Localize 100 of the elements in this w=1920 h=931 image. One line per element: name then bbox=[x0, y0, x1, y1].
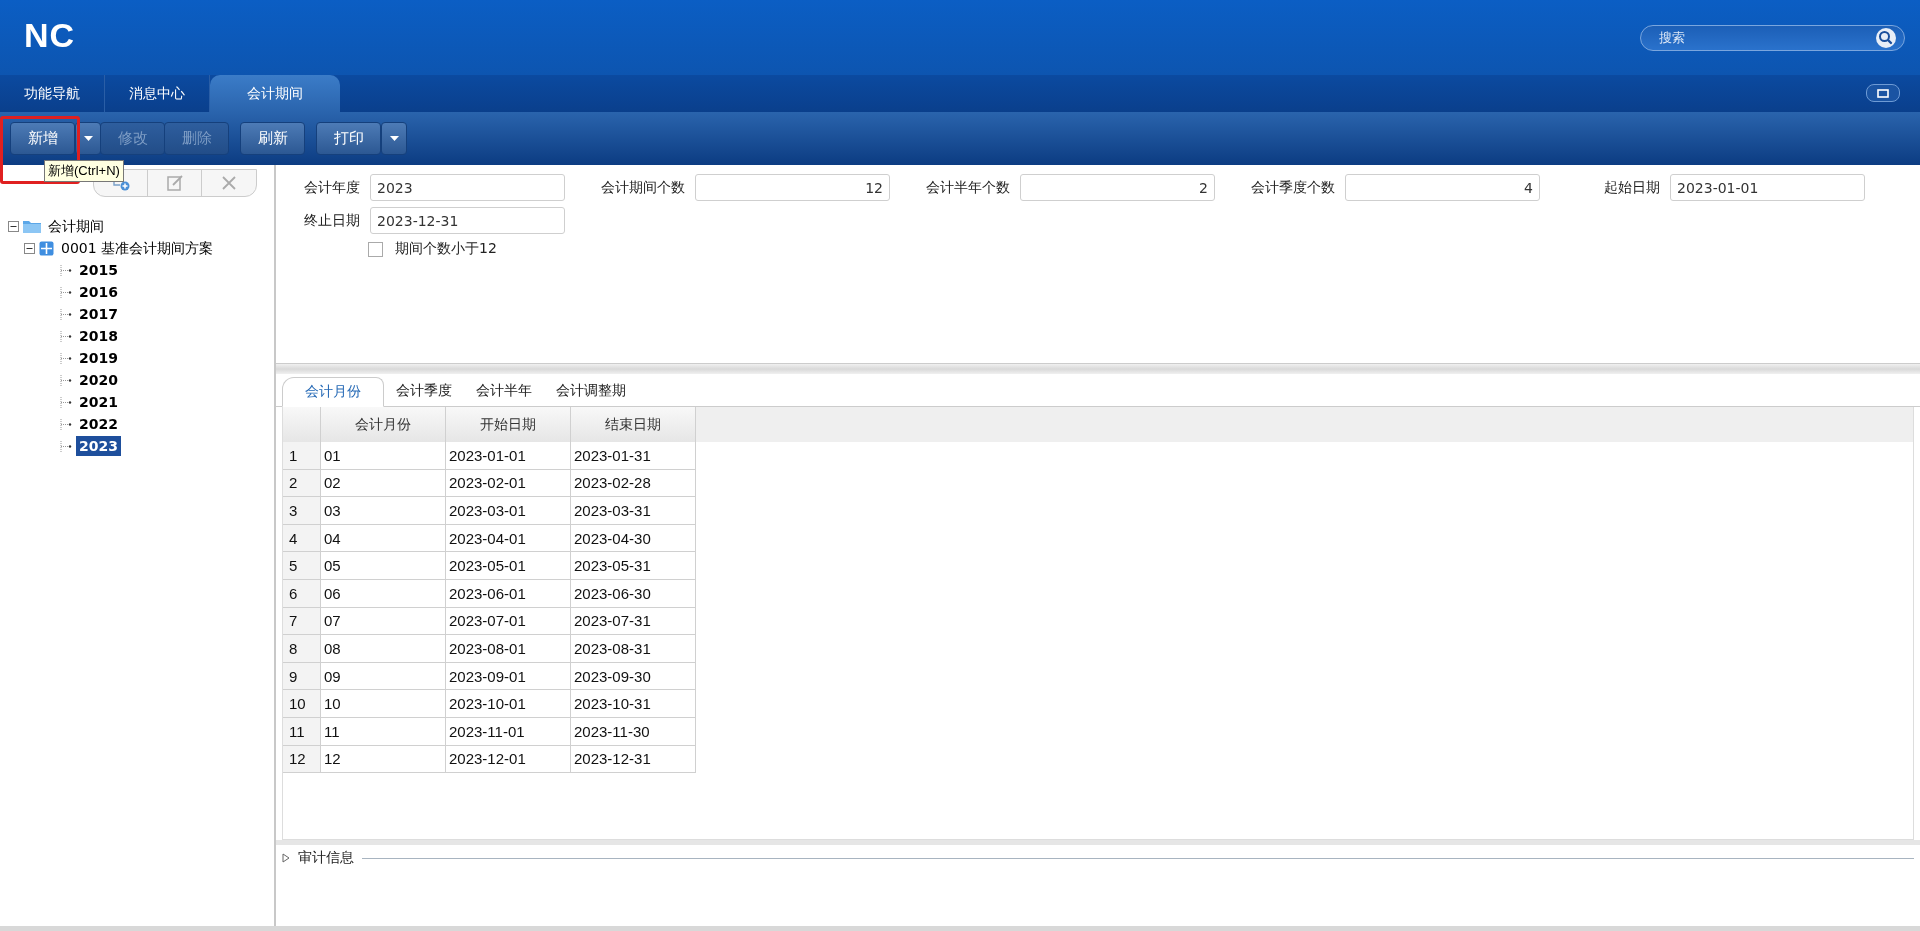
caret-icon[interactable] bbox=[389, 136, 399, 141]
search-field[interactable]: 搜索 bbox=[1657, 29, 1876, 46]
tree-item[interactable]: 会计期间 bbox=[45, 216, 107, 236]
row-number: 11 bbox=[283, 717, 321, 746]
caret-icon[interactable] bbox=[83, 136, 93, 141]
tree-item[interactable]: 2017 bbox=[76, 304, 121, 324]
checkbox-label: 期间个数小于12 bbox=[395, 240, 497, 258]
column-header[interactable]: 会计月份 bbox=[321, 407, 446, 442]
input-field[interactable]: 2023 bbox=[370, 174, 565, 201]
input-field[interactable]: 12 bbox=[695, 174, 890, 201]
dropdown-button[interactable] bbox=[381, 122, 407, 155]
tab[interactable]: 会计调整期 bbox=[544, 376, 638, 406]
table-cell: 08 bbox=[321, 635, 446, 663]
table-cell: 2023-06-30 bbox=[571, 579, 696, 608]
table-cell: 2023-12-31 bbox=[571, 745, 696, 774]
field-label: 会计期间个数 bbox=[601, 178, 685, 197]
table-cell: 2023-08-01 bbox=[446, 635, 571, 663]
input-field[interactable]: 2023-01-01 bbox=[1670, 174, 1865, 201]
input-field[interactable]: 2023-12-31 bbox=[370, 207, 565, 234]
tree-connector-icon bbox=[60, 374, 72, 386]
column-header[interactable]: 结束日期 bbox=[571, 407, 696, 442]
table-cell: 2023-04-30 bbox=[571, 524, 696, 553]
table-cell: 03 bbox=[321, 497, 446, 525]
tree-item[interactable]: 2022 bbox=[76, 414, 121, 434]
table-cell: 2023-03-31 bbox=[571, 497, 696, 525]
table-cell: 2023-11-01 bbox=[446, 717, 571, 746]
tree-item[interactable]: 0001 基准会计期间方案 bbox=[58, 238, 217, 258]
table-cell: 01 bbox=[321, 442, 446, 470]
window-icon[interactable] bbox=[1877, 88, 1889, 98]
table-cell: 2023-11-30 bbox=[571, 717, 696, 746]
tree-connector-icon bbox=[60, 264, 72, 276]
row-number: 1 bbox=[283, 442, 321, 470]
tab[interactable]: 会计季度 bbox=[384, 376, 464, 406]
tree-item[interactable]: 2016 bbox=[76, 282, 121, 302]
table-cell: 2023-01-31 bbox=[571, 442, 696, 470]
table-cell: 2023-01-01 bbox=[446, 442, 571, 470]
grid-icon bbox=[39, 240, 54, 256]
tree-item[interactable]: 2018 bbox=[76, 326, 121, 346]
tree-item[interactable]: 2020 bbox=[76, 370, 121, 390]
table-cell: 2023-05-01 bbox=[446, 552, 571, 580]
table-cell: 2023-12-01 bbox=[446, 745, 571, 774]
toolbar-button[interactable]: 刷新 bbox=[240, 122, 305, 155]
table-cell: 2023-09-30 bbox=[571, 662, 696, 691]
checkbox[interactable] bbox=[368, 241, 383, 257]
table-cell: 02 bbox=[321, 469, 446, 498]
tree-connector-icon bbox=[60, 286, 72, 298]
folder-icon bbox=[23, 219, 41, 233]
column-header[interactable]: 开始日期 bbox=[446, 407, 571, 442]
tree-item[interactable]: 2019 bbox=[76, 348, 121, 368]
tree-connector-icon bbox=[60, 418, 72, 430]
table-cell: 10 bbox=[321, 690, 446, 718]
table-cell: 2023-02-28 bbox=[571, 469, 696, 498]
row-number: 9 bbox=[283, 662, 321, 691]
row-number: 2 bbox=[283, 469, 321, 498]
row-number: 7 bbox=[283, 607, 321, 636]
toolbar-button[interactable]: 新增 bbox=[10, 122, 75, 155]
collapse-icon[interactable] bbox=[24, 242, 35, 254]
field-label: 会计半年个数 bbox=[926, 178, 1010, 197]
search-box[interactable]: 搜索 bbox=[1640, 24, 1905, 51]
row-number: 4 bbox=[283, 524, 321, 553]
toolbar-button[interactable]: 打印 bbox=[316, 122, 381, 155]
row-number: 10 bbox=[283, 690, 321, 718]
table-cell: 12 bbox=[321, 745, 446, 774]
table-cell: 2023-06-01 bbox=[446, 579, 571, 608]
tab[interactable]: 会计半年 bbox=[464, 376, 544, 406]
input-field[interactable]: 4 bbox=[1345, 174, 1540, 201]
tree-item[interactable]: 2023 bbox=[76, 436, 121, 456]
tree-connector-icon bbox=[60, 308, 72, 320]
table-cell: 2023-09-01 bbox=[446, 662, 571, 691]
table-cell: 05 bbox=[321, 552, 446, 580]
table-cell: 2023-07-01 bbox=[446, 607, 571, 636]
tree-item[interactable]: 2021 bbox=[76, 392, 121, 412]
table-cell: 11 bbox=[321, 717, 446, 746]
table-cell: 2023-08-31 bbox=[571, 635, 696, 663]
tab[interactable]: 会计月份 bbox=[282, 377, 384, 407]
table-cell: 07 bbox=[321, 607, 446, 636]
restore-button[interactable] bbox=[1866, 84, 1900, 102]
input-field[interactable]: 2 bbox=[1020, 174, 1215, 201]
table-cell: 2023-07-31 bbox=[571, 607, 696, 636]
table-cell: 2023-02-01 bbox=[446, 469, 571, 498]
expand-icon[interactable] bbox=[282, 853, 290, 863]
field-label: 终止日期 bbox=[303, 211, 360, 230]
row-number: 8 bbox=[283, 635, 321, 663]
tree-connector-icon bbox=[60, 396, 72, 408]
row-number: 6 bbox=[283, 579, 321, 608]
table-cell: 2023-10-01 bbox=[446, 690, 571, 718]
table-cell: 2023-04-01 bbox=[446, 524, 571, 553]
search-icon[interactable] bbox=[1876, 27, 1896, 48]
row-number: 12 bbox=[283, 745, 321, 774]
table-cell: 2023-05-31 bbox=[571, 552, 696, 580]
tooltip: 新增(Ctrl+N) bbox=[44, 160, 124, 182]
tree-connector-icon bbox=[60, 330, 72, 342]
field-label: 会计年度 bbox=[303, 178, 360, 197]
section-title[interactable]: 审计信息 bbox=[298, 849, 354, 867]
tab[interactable]: 会计期间 bbox=[210, 75, 340, 112]
collapse-icon[interactable] bbox=[8, 220, 19, 232]
tree-item[interactable]: 2015 bbox=[76, 260, 121, 280]
table-cell: 04 bbox=[321, 524, 446, 553]
row-number: 5 bbox=[283, 552, 321, 580]
tree-connector-icon bbox=[60, 440, 72, 452]
